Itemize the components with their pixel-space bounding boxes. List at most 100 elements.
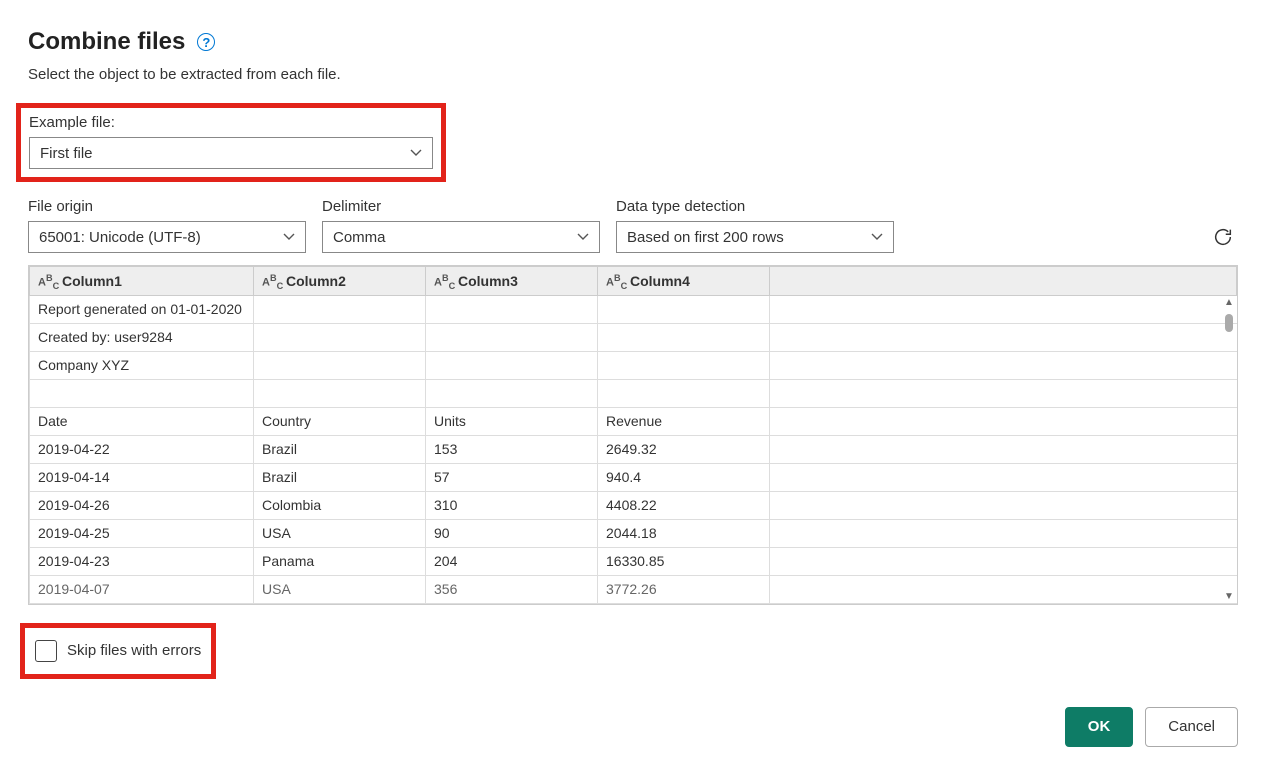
table-cell: [254, 323, 426, 351]
chevron-down-icon: [577, 231, 589, 243]
text-type-icon: ABC: [606, 273, 624, 291]
chevron-down-icon: [410, 147, 422, 159]
table-cell: 4408.22: [598, 491, 770, 519]
table-cell: Panama: [254, 547, 426, 575]
table-cell: USA: [254, 575, 426, 603]
delimiter-value: Comma: [333, 229, 386, 246]
column-header[interactable]: ABCColumn3: [426, 267, 598, 296]
table-cell: [426, 351, 598, 379]
table-cell-spacer: [770, 547, 1237, 575]
help-icon[interactable]: ?: [197, 33, 215, 51]
dialog-title: Combine files: [28, 28, 185, 56]
table-row[interactable]: Company XYZ: [30, 351, 1237, 379]
table-cell: [598, 323, 770, 351]
table-cell: [254, 295, 426, 323]
table-cell: 204: [426, 547, 598, 575]
table-row[interactable]: 2019-04-25USA902044.18: [30, 519, 1237, 547]
preview-table: ABCColumn1 ABCColumn2 ABCColumn3 ABCColu…: [28, 265, 1238, 605]
scroll-thumb[interactable]: [1225, 314, 1233, 332]
table-row[interactable]: 2019-04-22Brazil1532649.32: [30, 435, 1237, 463]
datatype-detection-value: Based on first 200 rows: [627, 229, 784, 246]
cancel-button[interactable]: Cancel: [1145, 707, 1238, 747]
example-file-label: Example file:: [29, 114, 433, 131]
table-cell-spacer: [770, 323, 1237, 351]
file-origin-dropdown[interactable]: 65001: Unicode (UTF-8): [28, 221, 306, 253]
table-cell: [426, 323, 598, 351]
table-cell: Country: [254, 407, 426, 435]
table-row[interactable]: DateCountryUnitsRevenue: [30, 407, 1237, 435]
table-row[interactable]: Created by: user9284: [30, 323, 1237, 351]
delimiter-label: Delimiter: [322, 198, 600, 215]
table-row[interactable]: 2019-04-26Colombia3104408.22: [30, 491, 1237, 519]
table-row[interactable]: 2019-04-07USA3563772.26: [30, 575, 1237, 603]
table-cell-spacer: [770, 575, 1237, 603]
table-cell: Colombia: [254, 491, 426, 519]
table-header-row: ABCColumn1 ABCColumn2 ABCColumn3 ABCColu…: [30, 267, 1237, 296]
text-type-icon: ABC: [262, 273, 280, 291]
column-header[interactable]: ABCColumn2: [254, 267, 426, 296]
table-cell: Created by: user9284: [30, 323, 254, 351]
table-cell: 57: [426, 463, 598, 491]
table-cell: 2019-04-23: [30, 547, 254, 575]
dialog-subtitle: Select the object to be extracted from e…: [28, 66, 1238, 83]
table-cell: 2019-04-25: [30, 519, 254, 547]
datatype-detection-dropdown[interactable]: Based on first 200 rows: [616, 221, 894, 253]
column-header-spacer: [770, 267, 1237, 296]
table-cell: [254, 351, 426, 379]
table-cell: Brazil: [254, 463, 426, 491]
table-row[interactable]: 2019-04-14Brazil57940.4: [30, 463, 1237, 491]
table-cell-spacer: [770, 435, 1237, 463]
table-row[interactable]: 2019-04-23Panama20416330.85: [30, 547, 1237, 575]
table-cell: 16330.85: [598, 547, 770, 575]
skip-files-checkbox[interactable]: [35, 640, 57, 662]
table-cell: 310: [426, 491, 598, 519]
table-cell: 940.4: [598, 463, 770, 491]
table-cell: 2649.32: [598, 435, 770, 463]
table-row[interactable]: [30, 379, 1237, 407]
table-cell: 3772.26: [598, 575, 770, 603]
table-cell: Brazil: [254, 435, 426, 463]
refresh-icon[interactable]: [1212, 226, 1234, 248]
datatype-detection-label: Data type detection: [616, 198, 894, 215]
text-type-icon: ABC: [434, 273, 452, 291]
scroll-up-icon[interactable]: ▲: [1224, 297, 1234, 308]
table-cell-spacer: [770, 295, 1237, 323]
table-cell: 2019-04-07: [30, 575, 254, 603]
table-cell: 2019-04-26: [30, 491, 254, 519]
table-cell: [30, 379, 254, 407]
table-cell: [426, 379, 598, 407]
table-row[interactable]: Report generated on 01-01-2020: [30, 295, 1237, 323]
table-cell: Revenue: [598, 407, 770, 435]
column-header[interactable]: ABCColumn4: [598, 267, 770, 296]
table-cell: 2019-04-14: [30, 463, 254, 491]
text-type-icon: ABC: [38, 273, 56, 291]
column-header[interactable]: ABCColumn1: [30, 267, 254, 296]
table-cell: Units: [426, 407, 598, 435]
file-origin-value: 65001: Unicode (UTF-8): [39, 229, 201, 246]
file-origin-label: File origin: [28, 198, 306, 215]
table-cell: 2019-04-22: [30, 435, 254, 463]
chevron-down-icon: [283, 231, 295, 243]
table-cell-spacer: [770, 379, 1237, 407]
table-cell-spacer: [770, 351, 1237, 379]
table-cell-spacer: [770, 519, 1237, 547]
table-cell: 356: [426, 575, 598, 603]
table-cell: 2044.18: [598, 519, 770, 547]
skip-files-label: Skip files with errors: [67, 642, 201, 659]
ok-button[interactable]: OK: [1065, 707, 1134, 747]
skip-files-highlight: Skip files with errors: [20, 623, 216, 679]
scroll-down-icon[interactable]: ▼: [1224, 591, 1234, 602]
table-cell: [426, 295, 598, 323]
table-cell-spacer: [770, 407, 1237, 435]
delimiter-dropdown[interactable]: Comma: [322, 221, 600, 253]
vertical-scrollbar[interactable]: ▲ ▼: [1221, 295, 1237, 604]
table-cell-spacer: [770, 491, 1237, 519]
example-file-highlight: Example file: First file: [16, 103, 446, 182]
table-cell: [598, 295, 770, 323]
table-cell-spacer: [770, 463, 1237, 491]
table-cell: [254, 379, 426, 407]
example-file-dropdown[interactable]: First file: [29, 137, 433, 169]
table-cell: Date: [30, 407, 254, 435]
table-cell: Report generated on 01-01-2020: [30, 295, 254, 323]
table-cell: 90: [426, 519, 598, 547]
